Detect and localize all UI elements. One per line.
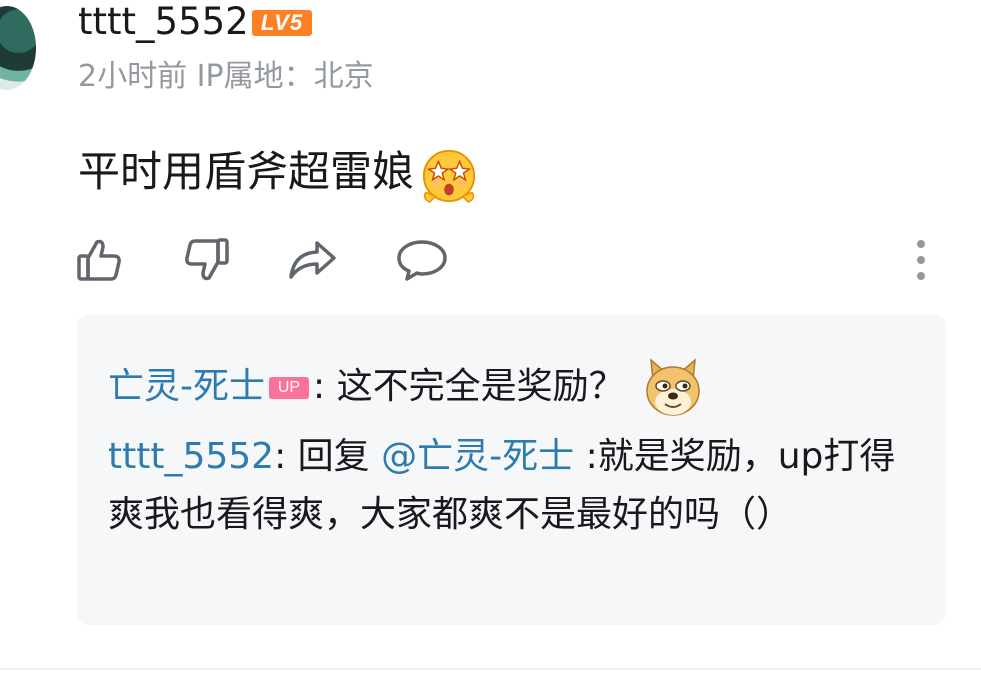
starry-eyed-face-emoji (422, 149, 476, 203)
thumbs-down-icon[interactable] (182, 237, 230, 283)
reply-separator: : (274, 436, 287, 477)
comment-ip-location: IP属地：北京 (196, 59, 374, 94)
reply-prefix: 回复 (297, 436, 370, 477)
reply-separator: : (313, 366, 326, 407)
comment-username[interactable]: tttt_5552 (78, 0, 249, 44)
reply-author[interactable]: 亡灵-死士 (108, 366, 265, 407)
comment-content: 平时用盾斧超雷娘 (78, 144, 478, 204)
reply-item[interactable]: 亡灵-死士 UP: 这不完全是奖励？ (108, 358, 703, 418)
avatar[interactable] (0, 6, 36, 90)
doge-emoji (645, 358, 700, 416)
share-icon[interactable] (288, 239, 338, 281)
thumbs-up-icon[interactable] (76, 237, 124, 283)
reply-mention[interactable]: @亡灵-死士 (381, 436, 574, 477)
level-badge: LV5 (252, 10, 312, 36)
comment-text: 平时用盾斧超雷娘 (78, 147, 415, 196)
more-icon[interactable] (914, 238, 928, 282)
reply-author[interactable]: tttt_5552 (108, 436, 274, 477)
reply-text: 这不完全是奖励？ (336, 366, 625, 407)
up-badge: UP (269, 377, 309, 399)
divider (0, 668, 981, 670)
comment-time: 2小时前 (78, 59, 188, 94)
reply-item[interactable]: tttt_5552: 回复 @亡灵-死士 :就是奖励，up打得爽我也看得爽，大家… (108, 428, 918, 544)
comment-meta: 2小时前 IP属地：北京 (78, 58, 374, 96)
comment-icon[interactable] (396, 238, 448, 282)
